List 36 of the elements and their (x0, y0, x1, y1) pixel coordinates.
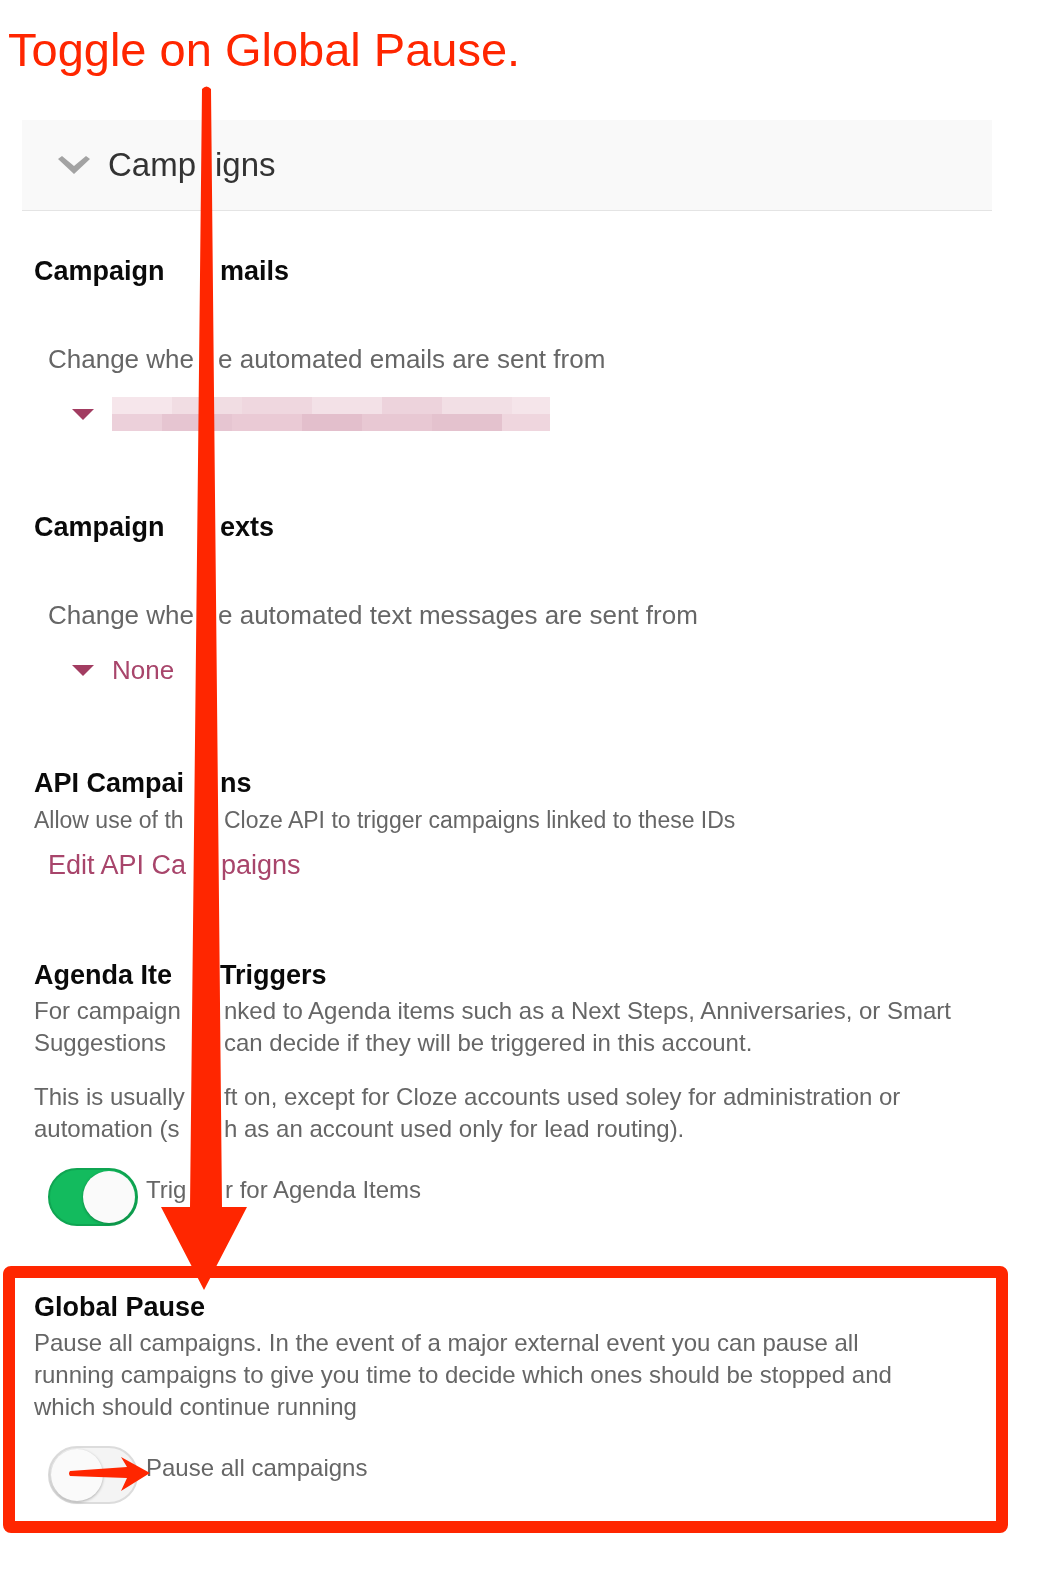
section-description: e automated text messages are sent from (218, 599, 698, 631)
section-heading: mails (220, 255, 290, 288)
section-description: automation (s (34, 1114, 180, 1144)
section-description: e automated emails are sent from (218, 343, 606, 375)
section-description: Change whe (48, 599, 194, 631)
section-heading: ns (220, 767, 252, 800)
section-heading: Triggers (220, 959, 327, 992)
section-description: nked to Agenda items such as a Next Steps, Anniversaries, or Smart (224, 996, 952, 1026)
section-description: This is usually (34, 1082, 185, 1112)
chevron-down-icon (58, 156, 90, 174)
section-description: can decide if they will be triggered in this account. (224, 1028, 753, 1058)
section-heading: Agenda Ite (34, 959, 173, 992)
sender-dropdown[interactable] (72, 394, 550, 434)
accordion-header[interactable]: Camp igns (22, 120, 992, 211)
section-heading: exts (220, 511, 275, 544)
toggle-switch[interactable] (48, 1168, 138, 1226)
edit-link[interactable]: Edit API Ca paigns (48, 848, 301, 882)
section-heading: Global Pause (34, 1291, 206, 1324)
annotation-caption: Toggle on Global Pause. (8, 23, 521, 77)
section-description: Change whe (48, 343, 194, 375)
toggle-label: r for Agenda Items (225, 1175, 422, 1205)
section-heading: Campaign (34, 511, 165, 544)
toggle-label: Trig (146, 1175, 187, 1205)
section-heading: Campaign (34, 255, 165, 288)
toggle-label: Pause all campaigns (146, 1453, 368, 1483)
sender-dropdown[interactable]: None (72, 650, 175, 690)
section-heading: API Campai (34, 767, 185, 800)
section-description: For campaign (34, 996, 181, 1026)
section-description: Cloze API to trigger campaigns linked to these IDs (224, 806, 736, 835)
caret-down-icon (72, 664, 94, 676)
section-description: Suggestions (34, 1028, 167, 1058)
caret-down-icon (72, 408, 94, 420)
section-description: Pause all campaigns. In the event of a major external event you can pause all running campaigns to give you time to decide which ones should be stopped and which should continue running (34, 1328, 893, 1422)
section-description: Allow use of th (34, 806, 184, 835)
section-description: ft on, except for Cloze accounts used soley for administration or (224, 1082, 901, 1112)
section-description: h as an account used only for lead routing). (224, 1114, 685, 1144)
